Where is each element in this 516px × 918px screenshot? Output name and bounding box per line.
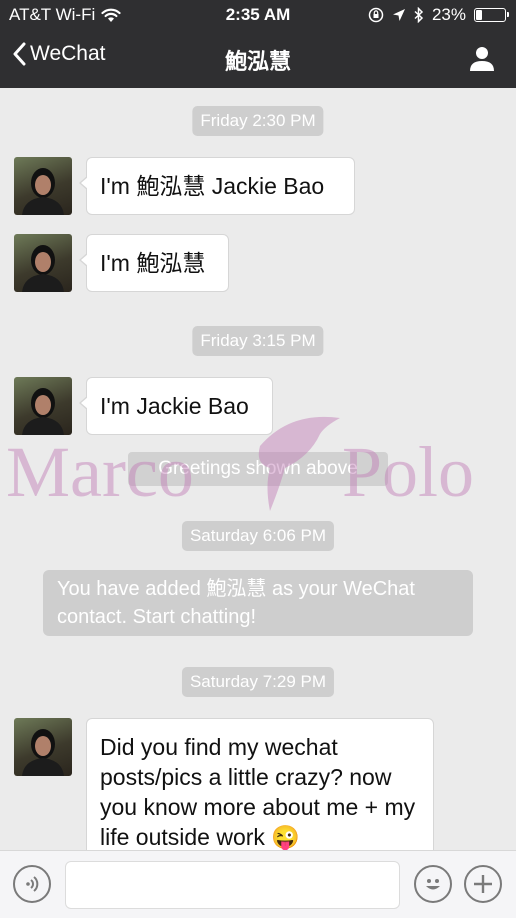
bluetooth-icon — [414, 7, 424, 23]
battery-percent: 23% — [431, 5, 466, 24]
contact-avatar[interactable] — [14, 234, 72, 292]
avatar-portrait — [22, 388, 64, 435]
more-button[interactable] — [464, 865, 502, 903]
smiley-icon — [426, 879, 440, 890]
avatar-portrait — [22, 245, 64, 292]
emoji-button[interactable] — [414, 865, 452, 903]
contact-avatar[interactable] — [14, 157, 72, 215]
timestamp-label: Saturday 7:29 PM — [181, 667, 335, 697]
timestamp-label: Saturday 6:06 PM — [181, 521, 335, 551]
message-bubble[interactable]: Did you find my wechat posts/pics a litt… — [86, 718, 434, 868]
message-bubble[interactable]: I'm 鮑泓慧 Jackie Bao — [79, 157, 355, 215]
battery-icon — [474, 8, 509, 22]
contact-avatar[interactable] — [14, 718, 72, 776]
status-bar: AT&T Wi-Fi 2:35 AM 23% — [0, 0, 516, 30]
message-bubble[interactable]: I'm Jackie Bao — [79, 377, 273, 435]
contact-profile-icon[interactable] — [468, 44, 496, 72]
avatar-portrait — [22, 729, 64, 776]
greetings-note: Greetings shown above — [128, 452, 388, 486]
battery-fill — [476, 10, 482, 20]
plus-icon — [474, 875, 492, 893]
message-input[interactable] — [65, 861, 400, 909]
contact-avatar[interactable] — [14, 377, 72, 435]
nav-bar: WeChat 鮑泓慧 — [0, 30, 516, 88]
avatar-portrait — [22, 168, 64, 215]
voice-button[interactable] — [13, 865, 51, 903]
watermark-right-word: Polo — [342, 432, 475, 512]
location-icon — [392, 9, 405, 21]
system-note: You have added 鮑泓慧 as your WeChat contac… — [43, 570, 473, 636]
chat-title: 鮑泓慧 — [224, 49, 291, 74]
input-bar — [0, 850, 516, 918]
voice-icon — [26, 876, 39, 892]
timestamp-label: Friday 2:30 PM — [192, 106, 324, 136]
status-right: 23% — [368, 5, 509, 25]
orientation-lock-icon — [368, 7, 384, 23]
wechat-chat-screen: AT&T Wi-Fi 2:35 AM 23% WeChat 鮑泓慧 Friday… — [0, 0, 516, 918]
watermark-left-word: Marco — [6, 432, 194, 512]
timestamp-label: Friday 3:15 PM — [192, 326, 324, 356]
message-bubble[interactable]: I'm 鮑泓慧 — [79, 234, 229, 292]
